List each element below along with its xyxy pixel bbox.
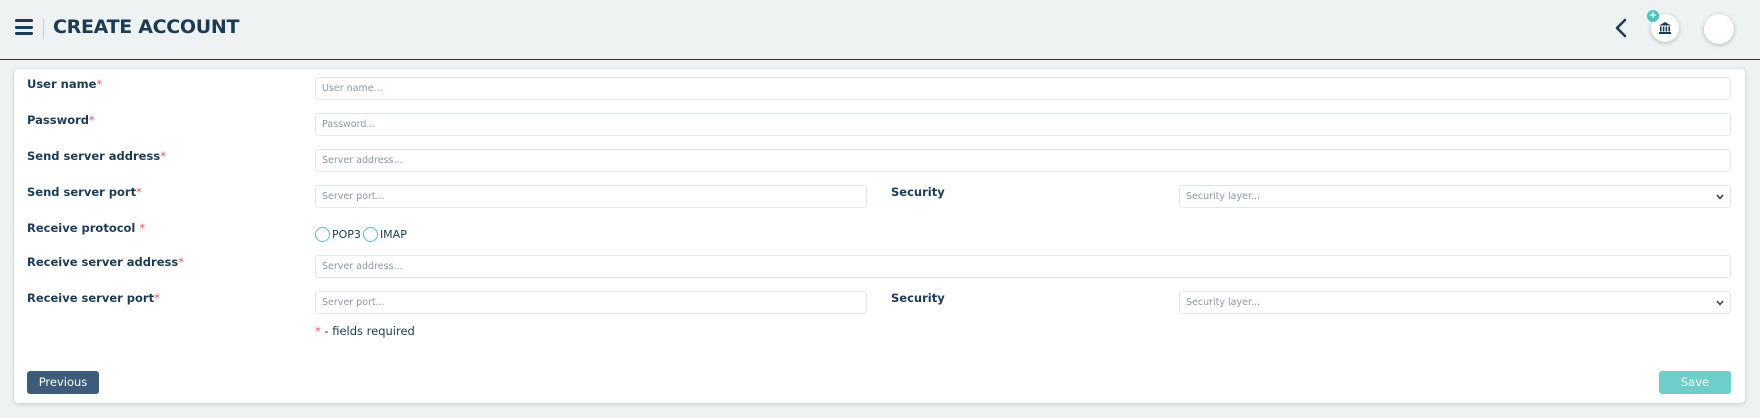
send-security-label: Security — [891, 185, 945, 199]
password-label: Password* — [27, 113, 95, 127]
receive-protocol-label: Receive protocol * — [27, 221, 146, 235]
chevron-down-icon — [1716, 194, 1724, 200]
password-input[interactable] — [315, 113, 1731, 136]
save-button[interactable]: Save — [1659, 371, 1731, 394]
bank-icon — [1659, 22, 1671, 34]
imap-radio[interactable] — [362, 227, 378, 242]
send-server-address-input[interactable] — [315, 149, 1731, 172]
receive-server-port-input[interactable] — [315, 291, 867, 314]
pop3-radio[interactable] — [315, 227, 330, 242]
username-input[interactable] — [315, 77, 1731, 100]
pop3-label: POP3 — [332, 228, 361, 241]
receive-server-address-input[interactable] — [315, 255, 1731, 278]
page-title: CREATE ACCOUNT — [53, 16, 240, 38]
chevron-left-icon[interactable] — [1612, 17, 1630, 39]
receive-security-select[interactable]: Security layer... — [1179, 291, 1731, 314]
hamburger-menu-icon[interactable] — [15, 19, 33, 35]
receive-security-label: Security — [891, 291, 945, 305]
header-divider — [43, 19, 44, 39]
previous-button[interactable]: Previous — [27, 371, 99, 394]
required-fields-note: * - fields required — [315, 324, 415, 338]
receive-server-port-label: Receive server port* — [27, 291, 160, 305]
create-account-form: User name* Password* Send server address… — [14, 69, 1745, 403]
send-server-address-label: Send server address* — [27, 149, 166, 163]
chevron-down-icon — [1716, 300, 1724, 306]
bank-account-button[interactable]: + — [1647, 10, 1679, 42]
send-security-select[interactable]: Security layer... — [1179, 185, 1731, 208]
imap-label: IMAP — [379, 228, 407, 241]
app-header: CREATE ACCOUNT + — [0, 0, 1760, 60]
receive-protocol-radio-group: POP3 IMAP — [315, 227, 409, 242]
user-avatar[interactable] — [1704, 14, 1734, 44]
send-server-port-input[interactable] — [315, 185, 867, 208]
send-server-port-label: Send server port* — [27, 185, 142, 199]
receive-server-address-label: Receive server address* — [27, 255, 184, 269]
username-label: User name* — [27, 77, 103, 91]
